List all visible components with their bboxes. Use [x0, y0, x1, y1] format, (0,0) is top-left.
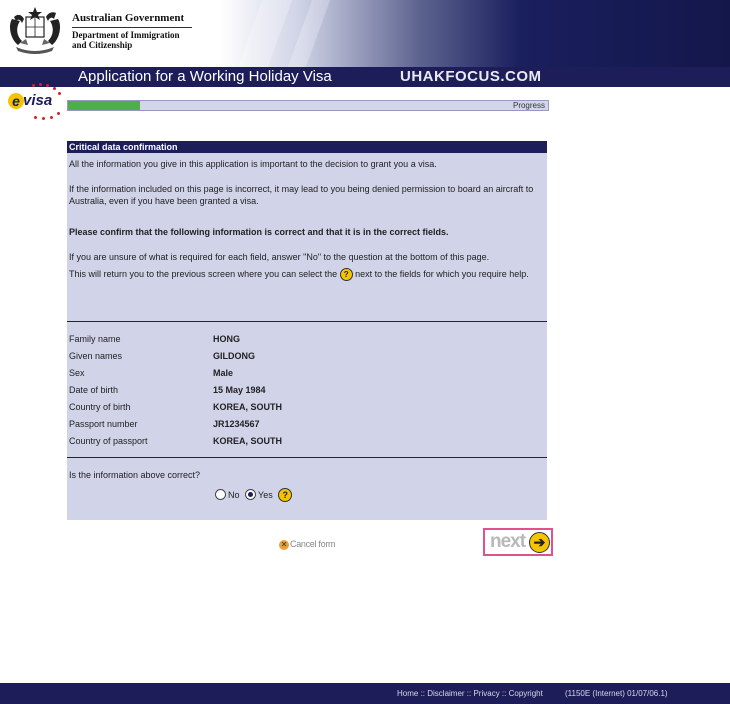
panel-heading: Critical data confirmation — [67, 141, 547, 153]
detail-label: Sex — [69, 368, 85, 378]
government-title: Australian Government — [72, 12, 185, 24]
evisa-logo: e visa — [5, 82, 63, 122]
detail-label: Family name — [69, 334, 121, 344]
detail-label: Country of passport — [69, 436, 148, 446]
radio-no[interactable] — [215, 489, 226, 501]
help-icon[interactable]: ? — [278, 487, 293, 502]
department-name: Department of Immigration and Citizenshi… — [72, 30, 179, 50]
detail-label: Country of birth — [69, 402, 131, 412]
logo-dot — [57, 112, 60, 115]
cancel-label: Cancel form — [290, 539, 336, 549]
site-header: Australian Government Department of Immi… — [0, 0, 730, 67]
progress-label: Progress — [512, 101, 545, 110]
confirmation-panel: Critical data confirmation All the infor… — [67, 141, 547, 520]
detail-value: KOREA, SOUTH — [213, 402, 283, 412]
progress-fill — [68, 101, 140, 110]
department-line: Department of Immigration — [72, 30, 180, 40]
footer-separator: :: — [418, 689, 428, 698]
radio-no-label[interactable]: No — [228, 490, 240, 500]
logo-e-glyph: e — [8, 93, 24, 109]
section-divider — [67, 457, 547, 458]
logo-dot — [58, 92, 61, 95]
next-button[interactable]: next ➔ — [483, 528, 553, 556]
return-text-end: next to the fields for which you require… — [355, 269, 529, 279]
footer-link-privacy[interactable]: Privacy — [473, 689, 499, 698]
warning-paragraph: If the information included on this page… — [69, 184, 534, 206]
detail-label: Given names — [69, 351, 123, 361]
footer-separator: :: — [499, 689, 509, 698]
radio-yes[interactable] — [245, 489, 257, 501]
site-footer: Home :: Disclaimer :: Privacy :: Copyrig… — [0, 683, 730, 704]
coat-of-arms-icon — [10, 7, 60, 54]
section-divider — [67, 321, 547, 322]
logo-dot — [53, 87, 56, 90]
header-decoration — [237, 0, 293, 67]
detail-value: KOREA, SOUTH — [213, 436, 283, 446]
footer-links: Home :: Disclaimer :: Privacy :: Copyrig… — [397, 688, 543, 699]
cancel-form-button[interactable]: ✕ Cancel form — [279, 538, 336, 550]
confirm-question: Is the information above correct? — [69, 470, 201, 480]
detail-value: JR1234567 — [213, 419, 260, 429]
detail-label: Date of birth — [69, 385, 119, 395]
help-paragraph: If you are unsure of what is required fo… — [69, 252, 490, 262]
logo-text: visa — [23, 92, 53, 109]
footer-link-home[interactable]: Home — [397, 689, 418, 698]
next-label: next — [490, 531, 526, 552]
logo-dot — [34, 116, 37, 119]
detail-value: HONG — [213, 334, 240, 344]
application-title-bar: Application for a Working Holiday Visa U… — [0, 67, 730, 87]
return-paragraph: This will return you to the previous scr… — [69, 268, 545, 282]
detail-value: 15 May 1984 — [213, 385, 266, 395]
watermark-text: UHAKFOCUS.COM — [400, 68, 542, 85]
title-rule — [72, 27, 192, 28]
header-decoration — [287, 0, 331, 67]
confirm-instruction: Please confirm that the following inform… — [69, 227, 449, 237]
confirm-radio-group: No Yes ? — [215, 487, 293, 502]
footer-link-copyright[interactable]: Copyright — [509, 689, 543, 698]
logo-dot — [50, 116, 53, 119]
detail-label: Passport number — [69, 419, 138, 429]
version-text: (1150E (Internet) 01/07/06.1) — [565, 689, 668, 698]
cancel-icon: ✕ — [279, 539, 289, 550]
logo-dot — [46, 84, 49, 87]
detail-value: Male — [213, 368, 234, 378]
help-icon: ? — [339, 268, 353, 282]
footer-link-disclaimer[interactable]: Disclaimer — [427, 689, 464, 698]
logo-dot — [32, 84, 35, 87]
progress-bar: Progress — [67, 100, 549, 111]
return-text-start: This will return you to the previous scr… — [69, 269, 338, 279]
page-title: Application for a Working Holiday Visa — [78, 68, 332, 85]
logo-dot — [39, 83, 42, 86]
radio-yes-label[interactable]: Yes — [258, 490, 273, 500]
next-arrow-icon: ➔ — [529, 532, 550, 553]
department-line: and Citizenship — [72, 40, 133, 50]
intro-paragraph: All the information you give in this app… — [69, 159, 437, 169]
detail-value: GILDONG — [213, 351, 255, 361]
logo-dot — [42, 117, 45, 120]
